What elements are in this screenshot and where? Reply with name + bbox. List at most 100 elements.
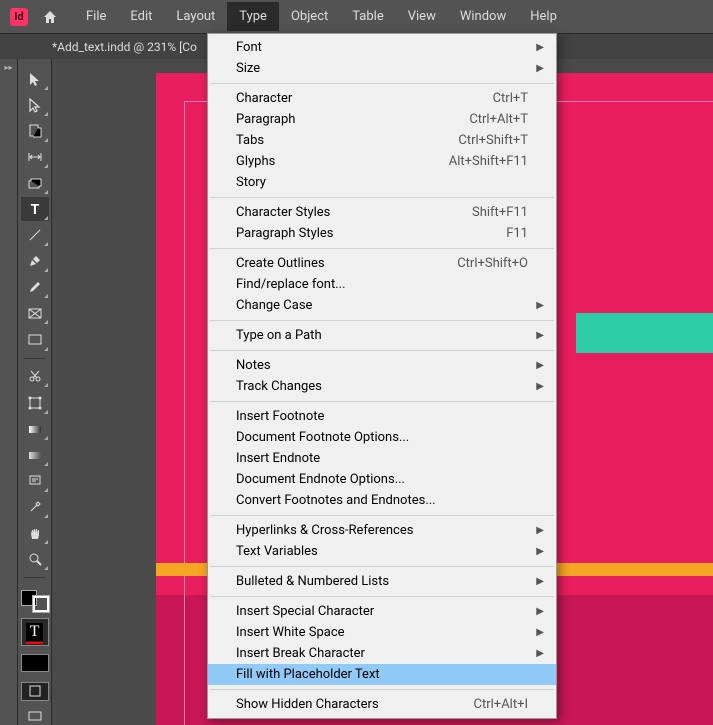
menuitem-fill-with-placeholder-text[interactable]: Fill with Placeholder Text <box>208 664 556 685</box>
gradient-feather-tool[interactable] <box>21 443 49 467</box>
pencil-tool[interactable] <box>21 275 49 299</box>
line-tool[interactable] <box>21 223 49 247</box>
menu-layout[interactable]: Layout <box>164 2 227 31</box>
page-tool[interactable] <box>21 119 49 143</box>
submenu-arrow-icon: ▶ <box>536 576 544 587</box>
menuitem-label: Paragraph <box>236 112 295 127</box>
doc-tab[interactable]: *Add_text.indd @ 231% [Co <box>44 36 205 58</box>
menuitem-type-on-a-path[interactable]: Type on a Path▶ <box>208 325 556 346</box>
menuitem-label: Change Case <box>236 298 312 313</box>
free-transform-tool[interactable] <box>21 390 49 414</box>
menuitem-story[interactable]: Story <box>208 172 556 193</box>
menuitem-insert-footnote[interactable]: Insert Footnote <box>208 406 556 427</box>
home-icon[interactable] <box>42 9 58 25</box>
menuitem-size[interactable]: Size▶ <box>208 58 556 79</box>
menu-type[interactable]: Type <box>227 2 279 31</box>
menu-table[interactable]: Table <box>340 2 395 31</box>
submenu-arrow-icon: ▶ <box>536 525 544 536</box>
menu-separator <box>210 197 554 198</box>
menuitem-label: Document Footnote Options... <box>236 430 409 445</box>
menuitem-label: Insert Break Character <box>236 646 365 661</box>
menuitem-character[interactable]: CharacterCtrl+T <box>208 88 556 109</box>
view-mode[interactable] <box>21 682 49 701</box>
rectangle-tool[interactable] <box>21 327 49 351</box>
menu-view[interactable]: View <box>396 2 448 31</box>
menu-separator <box>210 596 554 597</box>
menuitem-label: Bulleted & Numbered Lists <box>236 574 389 589</box>
pen-tool[interactable] <box>21 249 49 273</box>
menuitem-text-variables[interactable]: Text Variables▶ <box>208 541 556 562</box>
screen-mode[interactable] <box>21 707 49 725</box>
eyedropper-tool[interactable] <box>21 495 49 519</box>
menuitem-label: Document Endnote Options... <box>236 472 405 487</box>
menu-separator <box>210 515 554 516</box>
menuitem-insert-special-character[interactable]: Insert Special Character▶ <box>208 601 556 622</box>
menuitem-label: Notes <box>236 358 271 373</box>
menuitem-shortcut: Ctrl+T <box>493 91 528 106</box>
menuitem-label: Character Styles <box>236 205 330 220</box>
gradient-swatch-tool[interactable] <box>21 417 49 441</box>
menuitem-shortcut: Alt+Shift+F11 <box>449 154 528 169</box>
menuitem-character-styles[interactable]: Character StylesShift+F11 <box>208 202 556 223</box>
hand-tool[interactable] <box>21 521 49 545</box>
menuitem-shortcut: Ctrl+Shift+O <box>457 256 528 271</box>
menu-separator <box>210 689 554 690</box>
menu-help[interactable]: Help <box>518 2 569 31</box>
menuitem-show-hidden-characters[interactable]: Show Hidden CharactersCtrl+Alt+I <box>208 694 556 715</box>
menuitem-label: Find/replace font... <box>236 277 346 292</box>
menuitem-shortcut: Ctrl+Alt+T <box>469 112 528 127</box>
menuitem-notes[interactable]: Notes ▶ <box>208 355 556 376</box>
sidebar-toggle[interactable]: ▸▸ <box>0 59 18 725</box>
menuitem-paragraph[interactable]: Paragraph Ctrl+Alt+T <box>208 109 556 130</box>
menuitem-font[interactable]: Font▶ <box>208 37 556 58</box>
menuitem-label: Paragraph Styles <box>236 226 334 241</box>
menuitem-change-case[interactable]: Change Case▶ <box>208 295 556 316</box>
menuitem-insert-endnote[interactable]: Insert Endnote <box>208 448 556 469</box>
menuitem-paragraph-styles[interactable]: Paragraph Styles F11 <box>208 223 556 244</box>
menuitem-insert-break-character[interactable]: Insert Break Character▶ <box>208 643 556 664</box>
submenu-arrow-icon: ▶ <box>536 627 544 638</box>
submenu-arrow-icon: ▶ <box>536 360 544 371</box>
menuitem-create-outlines[interactable]: Create OutlinesCtrl+Shift+O <box>208 253 556 274</box>
menu-file[interactable]: File <box>74 2 118 31</box>
menuitem-document-endnote-options[interactable]: Document Endnote Options... <box>208 469 556 490</box>
type-tool[interactable]: T <box>21 197 49 221</box>
gap-tool[interactable] <box>21 145 49 169</box>
rectangle-frame-tool[interactable] <box>21 301 49 325</box>
submenu-arrow-icon: ▶ <box>536 546 544 557</box>
submenu-arrow-icon: ▶ <box>536 381 544 392</box>
menuitem-convert-footnotes-and-endnotes[interactable]: Convert Footnotes and Endnotes... <box>208 490 556 511</box>
menuitem-document-footnote-options[interactable]: Document Footnote Options... <box>208 427 556 448</box>
menuitem-find-replace-font[interactable]: Find/replace font... <box>208 274 556 295</box>
menu-edit[interactable]: Edit <box>118 2 164 31</box>
selection-tool[interactable] <box>21 67 49 91</box>
content-collector-tool[interactable] <box>21 171 49 195</box>
menuitem-label: Hyperlinks & Cross-References <box>236 523 413 538</box>
svg-text:T: T <box>30 202 39 217</box>
menuitem-shortcut: F11 <box>506 226 528 241</box>
menuitem-tabs[interactable]: TabsCtrl+Shift+T <box>208 130 556 151</box>
direct-selection-tool[interactable] <box>21 93 49 117</box>
menu-window[interactable]: Window <box>448 2 518 31</box>
formatting-affects-text[interactable]: T <box>21 618 49 646</box>
menu-object[interactable]: Object <box>279 2 340 31</box>
fill-stroke-swatch[interactable] <box>21 590 49 612</box>
menuitem-insert-white-space[interactable]: Insert White Space▶ <box>208 622 556 643</box>
menuitem-label: Fill with Placeholder Text <box>236 667 380 682</box>
menu-separator <box>210 248 554 249</box>
menuitem-hyperlinks-cross-references[interactable]: Hyperlinks & Cross-References ▶ <box>208 520 556 541</box>
menu-separator <box>210 320 554 321</box>
zoom-tool[interactable] <box>21 547 49 571</box>
type-menu-dropdown: Font▶Size▶ CharacterCtrl+T Paragraph Ctrl+A… <box>207 33 557 719</box>
menuitem-glyphs[interactable]: GlyphsAlt+Shift+F11 <box>208 151 556 172</box>
menuitem-label: Story <box>236 175 266 190</box>
toolbar: TT <box>18 59 52 725</box>
submenu-arrow-icon: ▶ <box>536 63 544 74</box>
scissors-tool[interactable] <box>21 364 49 388</box>
menuitem-bulleted-numbered-lists[interactable]: Bulleted & Numbered Lists ▶ <box>208 571 556 592</box>
submenu-arrow-icon: ▶ <box>536 330 544 341</box>
menuitem-track-changes[interactable]: Track Changes▶ <box>208 376 556 397</box>
color-swatch[interactable] <box>21 654 49 676</box>
menu-separator <box>210 566 554 567</box>
note-tool[interactable] <box>21 469 49 493</box>
